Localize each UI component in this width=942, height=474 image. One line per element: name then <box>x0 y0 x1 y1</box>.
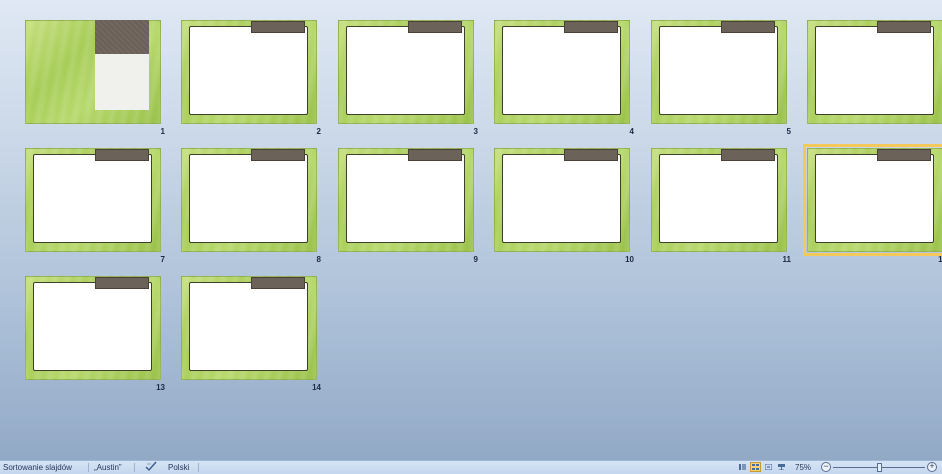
spellcheck-icon[interactable] <box>145 461 157 474</box>
status-bar: Sortowanie slajdów „Austin” Polski 75% −… <box>0 460 942 474</box>
slide-thumbnail[interactable] <box>25 148 161 252</box>
slide-thumbnail[interactable] <box>181 276 317 380</box>
app-window: 1234567891011121314 Sortowanie slajdów „… <box>0 0 942 474</box>
zoom-in-button[interactable]: + <box>927 462 937 472</box>
slide-content-placeholder <box>659 26 778 115</box>
language-label[interactable]: Polski <box>168 463 189 472</box>
slide-thumbnail[interactable] <box>338 20 474 124</box>
slide-title-tab <box>721 21 775 33</box>
slide-title-tab <box>251 149 305 161</box>
slide-number: 14 <box>312 383 321 392</box>
slide-number: 11 <box>782 255 791 264</box>
slide-number: 3 <box>473 127 478 136</box>
slide-content-placeholder <box>189 282 308 371</box>
slide-number: 1 <box>160 127 165 136</box>
normal-view-button[interactable] <box>737 462 748 472</box>
slide-title-tab <box>95 149 149 161</box>
slide-title-tab <box>564 149 618 161</box>
slide-title-tab <box>408 149 462 161</box>
slide-show-button[interactable] <box>776 462 787 472</box>
slide-thumbnail[interactable] <box>651 148 787 252</box>
slide-thumbnail[interactable] <box>181 20 317 124</box>
status-separator <box>134 463 135 472</box>
slide-thumbnail[interactable] <box>494 20 630 124</box>
slide-thumbnail[interactable] <box>25 20 161 124</box>
slide-show-icon <box>778 464 785 470</box>
slide-number: 8 <box>316 255 321 264</box>
slide-number: 4 <box>629 127 634 136</box>
slide-content-placeholder <box>346 154 465 243</box>
slide-sorter-view-button[interactable] <box>750 462 761 472</box>
slide-content-placeholder <box>815 154 934 243</box>
slide-thumbnail[interactable] <box>807 20 942 124</box>
slide-thumbnail[interactable] <box>494 148 630 252</box>
reading-view-button[interactable] <box>763 462 774 472</box>
slide-number: 9 <box>473 255 478 264</box>
slide-title-tab <box>721 149 775 161</box>
slide-number: 10 <box>625 255 634 264</box>
status-separator <box>198 463 199 472</box>
slide-content-placeholder <box>659 154 778 243</box>
slide-content-placeholder <box>815 26 934 115</box>
slide-content-placeholder <box>189 26 308 115</box>
slide-number: 5 <box>786 127 791 136</box>
slide-content-placeholder <box>33 154 152 243</box>
slide-number: 7 <box>160 255 165 264</box>
slide-content-placeholder <box>33 282 152 371</box>
slide-sorter-view-icon <box>752 464 759 470</box>
slide-title-tab <box>877 149 931 161</box>
slide-title-tab <box>95 277 149 289</box>
title-slide-light-panel <box>95 54 149 110</box>
slide-title-tab <box>251 277 305 289</box>
slide-title-tab <box>877 21 931 33</box>
slide-title-tab <box>564 21 618 33</box>
title-slide-dark-panel <box>95 20 149 54</box>
normal-view-icon <box>739 464 746 470</box>
slide-thumbnail[interactable] <box>25 276 161 380</box>
slide-content-placeholder <box>502 154 621 243</box>
theme-name-label[interactable]: „Austin” <box>94 463 122 472</box>
slide-number: 12 <box>938 255 942 264</box>
slide-sorter-pane[interactable]: 1234567891011121314 <box>0 0 942 460</box>
slide-thumbnail[interactable] <box>181 148 317 252</box>
slide-thumbnail[interactable] <box>338 148 474 252</box>
minus-icon: − <box>823 461 829 471</box>
zoom-slider-thumb[interactable] <box>877 463 882 472</box>
zoom-out-button[interactable]: − <box>821 462 831 472</box>
slide-title-tab <box>251 21 305 33</box>
zoom-level-label[interactable]: 75% <box>795 463 811 472</box>
view-name-label: Sortowanie slajdów <box>3 463 72 472</box>
slide-number: 13 <box>156 383 165 392</box>
slide-number: 2 <box>316 127 321 136</box>
slide-content-placeholder <box>502 26 621 115</box>
reading-view-icon <box>765 464 772 470</box>
slide-thumbnail[interactable] <box>803 144 942 256</box>
slide-content-placeholder <box>189 154 308 243</box>
plus-icon: + <box>929 461 935 471</box>
slide-thumbnail[interactable] <box>651 20 787 124</box>
status-separator <box>88 463 89 472</box>
slide-content-placeholder <box>346 26 465 115</box>
slide-number: 6 <box>917 127 942 136</box>
slide-title-tab <box>408 21 462 33</box>
